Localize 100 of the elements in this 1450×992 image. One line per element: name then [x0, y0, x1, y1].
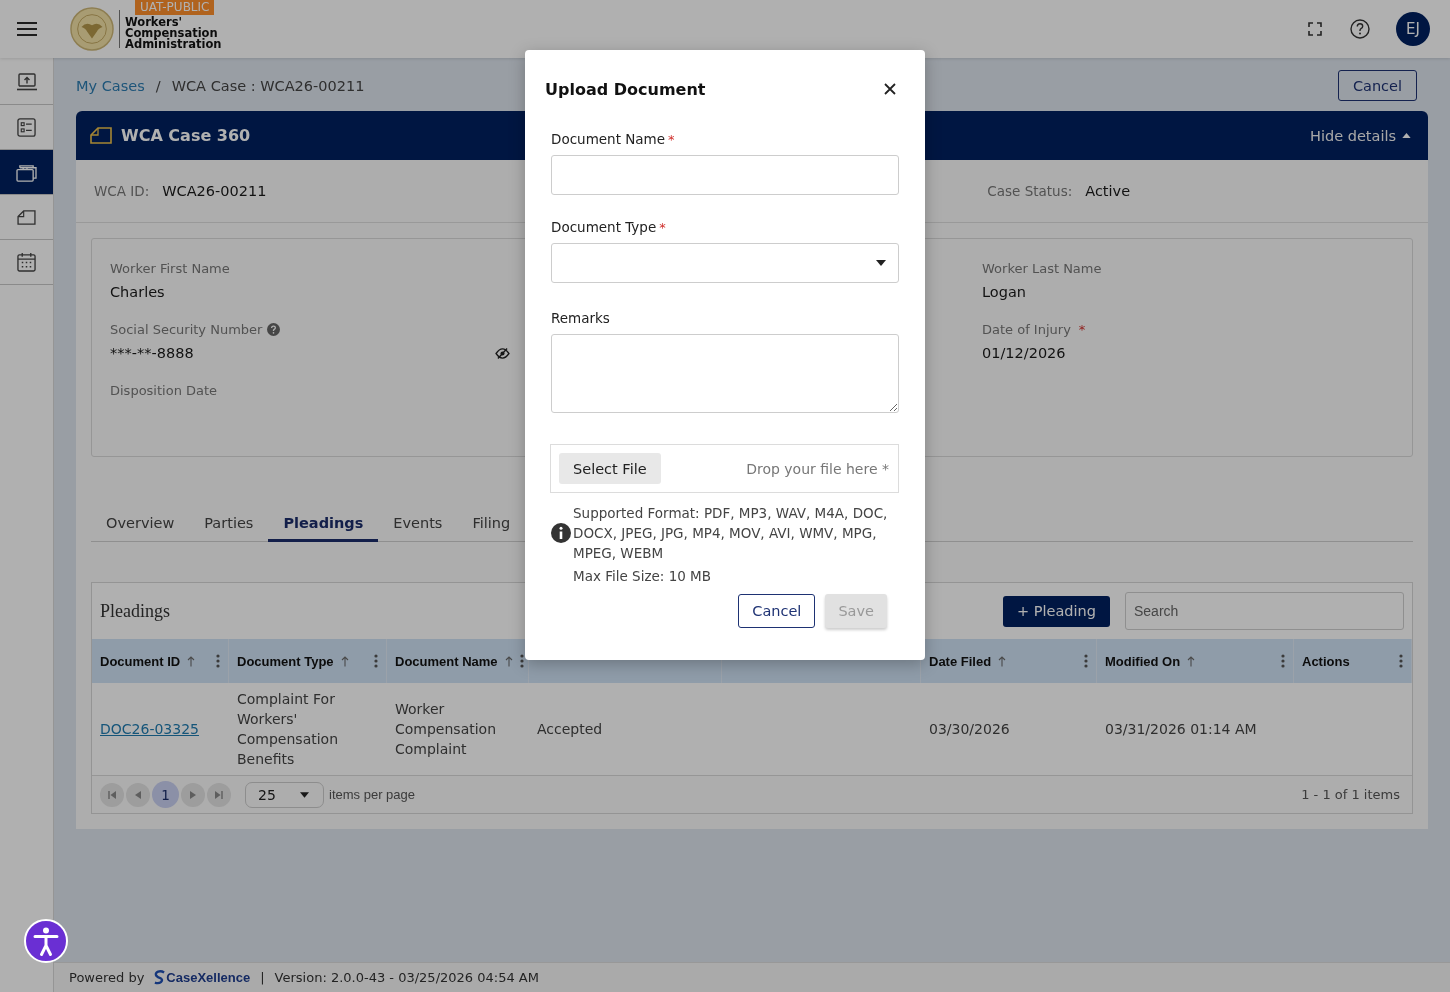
- required-mark: *: [668, 131, 675, 147]
- logo-icon: [154, 970, 166, 985]
- sort-arrow-icon: [998, 655, 1007, 667]
- briefcase-icon: [16, 162, 37, 182]
- sort-arrow-icon: [504, 655, 513, 667]
- input-field[interactable]: [551, 155, 899, 195]
- help-icon[interactable]: [1350, 19, 1370, 39]
- kebab-menu-icon[interactable]: [374, 654, 378, 668]
- info-icon: [551, 523, 571, 543]
- field-value: Charles: [110, 284, 165, 300]
- supported-formats-text: Supported Format: PDF, MP3, WAV, M4A, DOC, DOCX, JPEG, JPG, MP4, MOV, AVI, WMV, MPG, MPEG, WEBM: [573, 504, 889, 563]
- column-header[interactable]: Actions: [1294, 639, 1412, 683]
- field-value: 01/12/2026: [982, 345, 1066, 361]
- kebab-menu-icon[interactable]: [519, 654, 524, 668]
- close-icon[interactable]: [884, 83, 896, 95]
- page-button[interactable]: 1: [152, 781, 179, 808]
- table-cell-text: Accepted: [536, 720, 604, 739]
- breadcrumb-current: WCA Case : WCA26-00211: [171, 77, 365, 94]
- calendar-icon: [17, 252, 36, 272]
- sidebar-item[interactable]: [0, 150, 53, 195]
- table-cell-text: 03/31/2026 01:14 AM: [1104, 720, 1258, 739]
- kebab-menu-icon[interactable]: [1084, 654, 1088, 668]
- help-icon[interactable]: [267, 322, 281, 336]
- table-cell-text: Complaint For Workers' Compensation Benefits: [236, 690, 340, 769]
- summary-label: WCA ID:: [94, 183, 150, 199]
- items-per-page-label: items per page: [329, 787, 415, 802]
- field-label: Remarks: [551, 310, 610, 326]
- select-file-button[interactable]: Select File: [559, 453, 661, 484]
- version-text: Version: 2.0.0-43 - 03/25/2026 04:54 AM: [274, 970, 539, 985]
- tab[interactable]: Parties: [189, 506, 269, 542]
- sort-arrow-icon: [1187, 655, 1196, 667]
- previous-page-button[interactable]: [126, 782, 150, 807]
- kebab-menu-icon[interactable]: [1399, 654, 1403, 668]
- kebab-menu-icon[interactable]: [216, 654, 220, 668]
- page-size-dropdown[interactable]: 25: [245, 781, 324, 808]
- details-toggle[interactable]: Hide details: [1310, 127, 1411, 144]
- checklist-icon: [17, 117, 36, 137]
- dropdown-field[interactable]: [551, 243, 899, 283]
- cancel-button[interactable]: Cancel: [1337, 70, 1417, 101]
- search-field[interactable]: Search: [1125, 592, 1404, 630]
- field-label: Worker First Name: [110, 260, 230, 276]
- field-label: Date of Injury: [982, 321, 1071, 337]
- field-label: Social Security Number: [110, 321, 263, 337]
- case-title: WCA Case 360: [121, 126, 251, 145]
- kebab-menu-icon[interactable]: [1281, 654, 1285, 668]
- max-size-text: Max File Size: 10 MB: [573, 567, 712, 586]
- document-link[interactable]: DOC26-03325: [100, 719, 199, 739]
- field-label: Document Type: [551, 219, 657, 235]
- grid-title: Pleadings: [100, 600, 170, 622]
- text-area-field[interactable]: [551, 334, 899, 413]
- summary-value: Active: [1085, 183, 1131, 199]
- last-page-button[interactable]: [207, 782, 231, 807]
- summary-label: Case Status:: [987, 183, 1073, 199]
- column-header[interactable]: Document Type: [229, 639, 387, 683]
- pager-summary: 1 - 1 of 1 items: [1301, 787, 1400, 802]
- first-page-icon: [108, 790, 116, 799]
- powered-by-text: Powered by: [69, 970, 145, 985]
- cancel-button[interactable]: Cancel: [738, 594, 816, 628]
- fullscreen-icon[interactable]: [1308, 22, 1322, 36]
- next-page-button[interactable]: [181, 782, 205, 807]
- folder-icon: [90, 127, 112, 144]
- tab[interactable]: Pleadings: [268, 506, 379, 542]
- brand-name: CaseXellence: [166, 970, 251, 985]
- folder-icon: [17, 209, 36, 225]
- previous-icon: [135, 790, 141, 799]
- breadcrumb-separator: /: [155, 77, 161, 94]
- tab[interactable]: Overview: [91, 506, 190, 542]
- add-pleading-button[interactable]: + Pleading: [1003, 595, 1110, 627]
- seal-icon: [70, 7, 114, 51]
- table-cell-text: 03/30/2026: [928, 720, 1011, 739]
- required-mark: *: [659, 219, 666, 235]
- sort-arrow-icon: [340, 655, 349, 667]
- file-drop-zone[interactable]: Select File Drop your file here *: [550, 444, 899, 493]
- last-page-icon: [215, 790, 223, 799]
- user-avatar[interactable]: EJ: [1396, 12, 1430, 46]
- caret-icon: [300, 791, 309, 798]
- eye-slash-icon[interactable]: [495, 347, 510, 359]
- next-icon: [190, 790, 196, 799]
- field-label: Worker Last Name: [982, 260, 1102, 276]
- laptop-upload-icon: [15, 73, 38, 91]
- table-cell-text: Worker Compensation Complaint: [394, 700, 498, 759]
- dialog-title: Upload Document: [545, 79, 706, 99]
- caret-icon: [876, 260, 886, 266]
- accessibility-icon[interactable]: [24, 919, 68, 963]
- tab[interactable]: Events: [378, 506, 458, 542]
- column-header[interactable]: Document ID: [92, 639, 229, 683]
- field-value: Logan: [982, 284, 1026, 300]
- tab[interactable]: Filing: [457, 506, 526, 542]
- summary-value: WCA26-00211: [162, 183, 267, 199]
- field-value: ***-**-8888: [110, 345, 194, 361]
- drop-hint: Drop your file here *: [746, 460, 889, 477]
- first-page-button[interactable]: [100, 782, 124, 807]
- footer-separator: |: [260, 970, 265, 985]
- column-header[interactable]: Modified On: [1097, 639, 1294, 683]
- menu-icon[interactable]: [17, 22, 37, 36]
- logo-text: Workers' Compensation Administration: [125, 17, 222, 50]
- environment-badge: UAT-PUBLIC: [135, 0, 215, 15]
- field-label: Disposition Date: [110, 382, 218, 398]
- field-label: Document Name: [551, 131, 666, 147]
- required-mark: *: [1078, 321, 1086, 337]
